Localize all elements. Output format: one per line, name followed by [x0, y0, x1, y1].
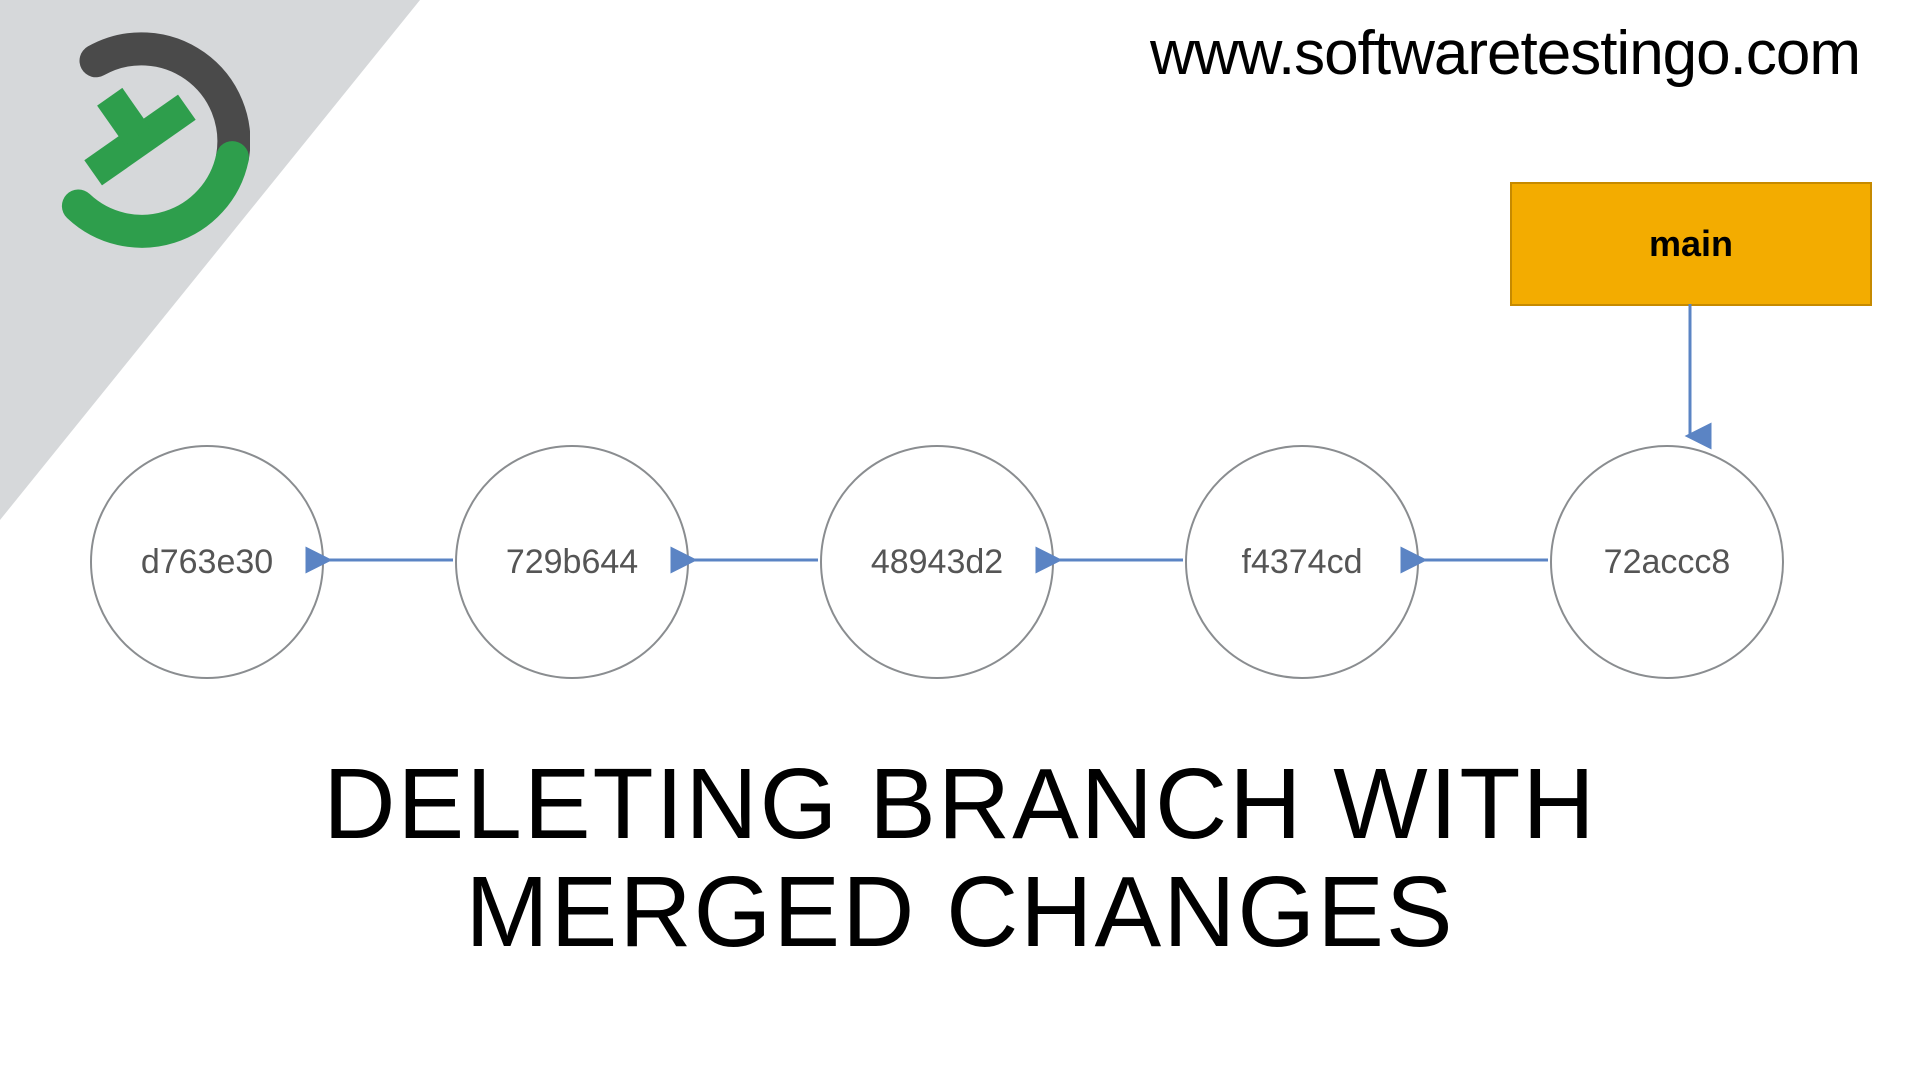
- site-url: www.softwaretestingo.com: [1150, 18, 1860, 89]
- commit-node: 48943d2: [820, 445, 1054, 679]
- site-logo: [30, 30, 250, 250]
- branch-label-main: main: [1510, 182, 1872, 306]
- commit-node: 729b644: [455, 445, 689, 679]
- branch-label-text: main: [1649, 223, 1733, 265]
- commit-node: d763e30: [90, 445, 324, 679]
- title-line-1: DELETING BRANCH WITH: [323, 748, 1596, 860]
- commit-hash: 72accc8: [1604, 543, 1731, 582]
- page-title: DELETING BRANCH WITH MERGED CHANGES: [0, 750, 1920, 966]
- commit-node: 72accc8: [1550, 445, 1784, 679]
- commit-hash: 729b644: [506, 543, 638, 582]
- title-line-2: MERGED CHANGES: [465, 856, 1454, 968]
- commit-hash: d763e30: [141, 543, 273, 582]
- logo-icon: [30, 30, 250, 250]
- commit-node: f4374cd: [1185, 445, 1419, 679]
- commit-hash: 48943d2: [871, 543, 1003, 582]
- commit-hash: f4374cd: [1242, 543, 1363, 582]
